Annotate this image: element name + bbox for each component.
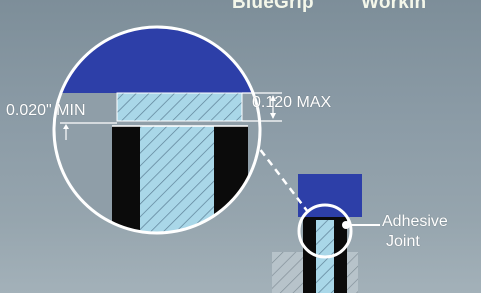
magnified-view	[54, 27, 260, 233]
adhesive-label: Adhesive	[382, 213, 448, 230]
magnified-insert	[140, 126, 214, 233]
small-assembly	[272, 174, 362, 293]
adhesive-layer	[116, 92, 243, 122]
min-gap-label: 0.020" MIN	[6, 102, 86, 119]
max-gap-label: 0.120 MAX	[252, 94, 332, 111]
joint-label: Joint	[386, 233, 420, 250]
magnified-cap	[54, 27, 260, 93]
adhesive-pointer-dot	[342, 221, 350, 229]
